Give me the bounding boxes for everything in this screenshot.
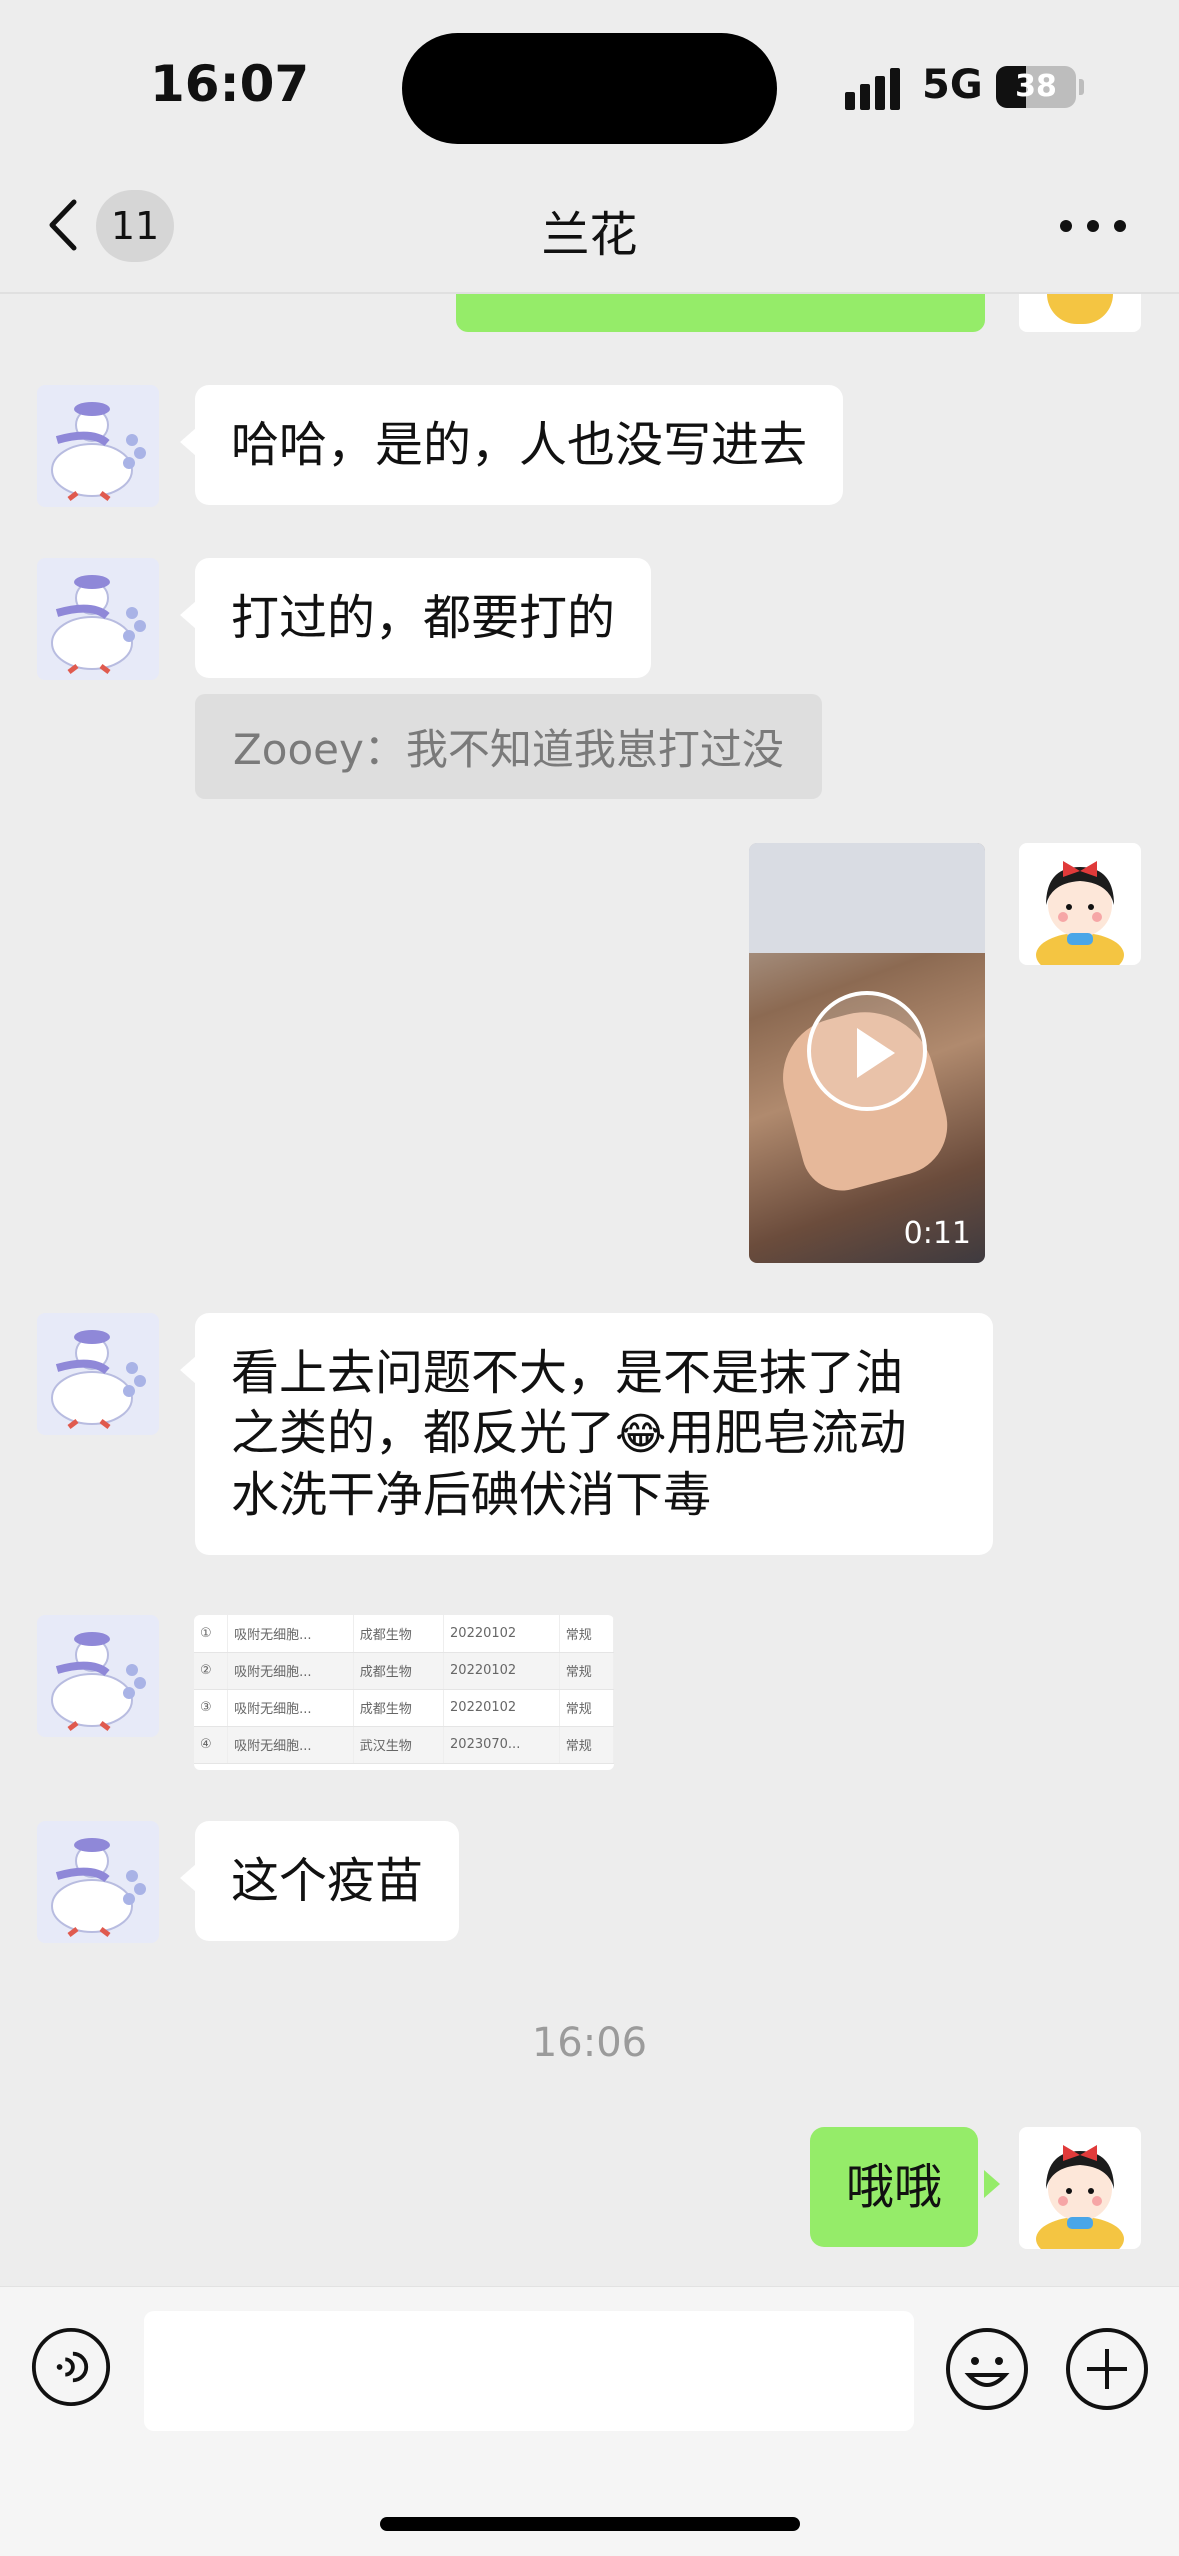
signal-icon	[845, 66, 905, 110]
goose-avatar-icon	[37, 1615, 159, 1737]
table-cell: 常规	[559, 1652, 614, 1690]
table-cell: 20220102	[443, 1615, 560, 1653]
snow-white-avatar-icon	[1019, 843, 1141, 965]
table-row: ② 吸附无细胞... 成都生物 20220102 常规	[194, 1652, 614, 1690]
goose-avatar-icon	[37, 385, 159, 507]
message-text-line: 水洗干净后碘伏消下毒	[231, 1467, 712, 1523]
table-cell: ③	[194, 1689, 229, 1727]
table-cell: 吸附无细胞...	[227, 1615, 354, 1653]
message-text-line: 之类的，都反光了😂用肥皂流动	[231, 1403, 957, 1465]
chat-title: 兰花	[541, 207, 638, 263]
battery-icon: 38	[996, 66, 1076, 108]
table-cell: 成都生物	[353, 1652, 445, 1690]
table-row: ④ 吸附无细胞... 武汉生物 2023070... 常规	[194, 1726, 614, 1764]
table-cell: 成都生物	[353, 1689, 445, 1727]
quoted-message[interactable]: Zooey：我不知道我崽打过没	[195, 694, 822, 799]
voice-input-icon[interactable]	[31, 2327, 111, 2407]
table-cell: 吸附无细胞...	[227, 1652, 354, 1690]
message-text: 之类的，都反光了	[231, 1405, 616, 1461]
add-icon[interactable]	[1065, 2327, 1149, 2411]
snow-white-avatar-icon	[1019, 2127, 1141, 2249]
table-cell: 常规	[559, 1726, 614, 1764]
bubble-tail	[984, 2170, 1000, 2198]
vaccine-table-image: ① 吸附无细胞... 成都生物 20220102 常规 ② 吸附无细胞... 成…	[194, 1615, 614, 1764]
table-row: ③ 吸附无细胞... 成都生物 20220102 常规	[194, 1689, 614, 1727]
message-text: 打过的，都要打的	[231, 590, 616, 646]
dynamic-island	[402, 33, 777, 144]
table-cell: 吸附无细胞...	[227, 1726, 354, 1764]
table-cell: 吸附无细胞...	[227, 1689, 354, 1727]
emoji-icon[interactable]	[945, 2327, 1029, 2411]
bubble-tail	[985, 886, 1001, 914]
message-text: 哈哈，是的，人也没写进去	[231, 417, 808, 473]
message-text: 哦哦	[846, 2159, 943, 2215]
table-cell: 20220102	[443, 1689, 560, 1727]
table-cell: ②	[194, 1652, 229, 1690]
table-cell: 常规	[559, 1689, 614, 1727]
my-avatar[interactable]	[1019, 2127, 1141, 2249]
contact-avatar[interactable]	[37, 1313, 159, 1435]
message-bubble-outgoing[interactable]: 哦哦	[810, 2127, 979, 2247]
message-text: 用肥皂流动	[666, 1405, 907, 1461]
status-time: 16:07	[150, 55, 310, 113]
contact-avatar[interactable]	[37, 385, 159, 507]
quote-text: Zooey：我不知道我崽打过没	[233, 725, 784, 774]
contact-avatar[interactable]	[37, 1821, 159, 1943]
bubble-tail	[180, 1356, 196, 1384]
home-indicator	[380, 2517, 800, 2531]
more-options-icon[interactable]	[1060, 220, 1126, 234]
table-cell: 武汉生物	[353, 1726, 445, 1764]
table-cell: 2023070...	[443, 1726, 560, 1764]
message-text: 这个疫苗	[231, 1853, 424, 1909]
bubble-tail	[180, 428, 196, 456]
chat-timestamp: 16:06	[531, 2020, 648, 2066]
bubble-tail	[180, 1864, 196, 1892]
message-bubble-incoming[interactable]: 这个疫苗	[195, 1821, 460, 1941]
my-avatar[interactable]	[1019, 294, 1141, 332]
message-bubble-incoming[interactable]: 打过的，都要打的	[195, 558, 652, 678]
network-label: 5G	[922, 62, 983, 108]
table-cell: 常规	[559, 1615, 614, 1653]
bubble-tail	[180, 601, 196, 629]
table-row: ① 吸附无细胞... 成都生物 20220102 常规	[194, 1615, 614, 1653]
video-cloth	[749, 843, 985, 953]
contact-avatar[interactable]	[37, 1615, 159, 1737]
message-bubble-incoming[interactable]: 看上去问题不大，是不是抹了油 之类的，都反光了😂用肥皂流动 水洗干净后碘伏消下毒	[195, 1313, 993, 1555]
play-icon[interactable]	[807, 991, 927, 1111]
contact-avatar[interactable]	[37, 558, 159, 680]
message-bubble-incoming[interactable]: 哈哈，是的，人也没写进去	[195, 385, 844, 505]
table-cell: ①	[194, 1615, 229, 1653]
goose-avatar-icon	[37, 558, 159, 680]
message-text-line: 看上去问题不大，是不是抹了油	[231, 1345, 904, 1401]
table-cell: 成都生物	[353, 1615, 445, 1653]
table-cell: ④	[194, 1726, 229, 1764]
facepalm-emoji-icon: 😂	[615, 1409, 667, 1460]
goose-avatar-icon	[37, 1821, 159, 1943]
video-message[interactable]: 0:11	[749, 843, 985, 1263]
goose-avatar-icon	[37, 1313, 159, 1435]
battery-level: 38	[1015, 69, 1057, 104]
image-message[interactable]: ① 吸附无细胞... 成都生物 20220102 常规 ② 吸附无细胞... 成…	[194, 1615, 614, 1770]
video-duration: 0:11	[903, 1216, 971, 1251]
table-cell: 20220102	[443, 1652, 560, 1690]
my-avatar[interactable]	[1019, 843, 1141, 965]
battery-cap	[1079, 79, 1084, 95]
previous-message-bubble[interactable]	[456, 294, 985, 332]
message-input[interactable]	[144, 2311, 914, 2431]
